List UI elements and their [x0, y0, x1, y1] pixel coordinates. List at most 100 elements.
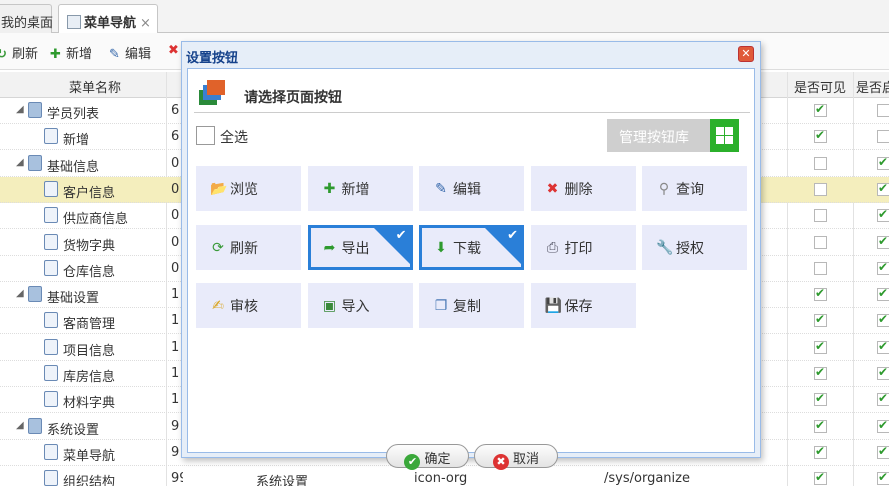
visible-checkbox[interactable]	[814, 128, 827, 144]
audit-icon: ✍	[212, 298, 224, 314]
select-all-label[interactable]: 全选	[220, 127, 248, 147]
button-option-tile[interactable]: ⚲ 查询	[642, 166, 747, 211]
enabled-checkbox[interactable]	[877, 312, 889, 328]
refresh-button[interactable]: ↻ 刷新	[0, 43, 38, 62]
tab-menu-nav[interactable]: 菜单导航 ×	[58, 4, 158, 34]
download-icon: ⬇	[435, 239, 447, 256]
button-option-tile[interactable]: 🔧 授权	[642, 224, 747, 270]
option-label: 编辑	[453, 182, 481, 198]
enabled-checkbox[interactable]	[877, 365, 889, 380]
visible-checkbox[interactable]	[814, 470, 827, 486]
tab-desktop[interactable]: 我的桌面	[0, 4, 54, 33]
cancel-button[interactable]: ✖ 取消	[474, 444, 558, 470]
tab-desktop-label: 我的桌面	[1, 16, 54, 31]
menu-name-cell: 组织结构	[63, 475, 116, 486]
add-button-label: 新增	[66, 47, 93, 62]
dialog-heading: 请选择页面按钮	[244, 90, 342, 106]
button-option-tile[interactable]: 💾 保存	[530, 283, 636, 328]
button-option-tile[interactable]: ❐ 复制	[419, 283, 524, 328]
table-row[interactable]: 组织结构 9903 系统设置 icon-org/sys/organize	[0, 466, 889, 486]
select-all-checkbox[interactable]	[196, 126, 215, 145]
visible-checkbox[interactable]	[814, 261, 827, 275]
expand-toggle-icon[interactable]: ◢	[16, 157, 24, 168]
node-icon	[28, 286, 42, 303]
button-option-tile[interactable]: ⎙ 打印	[530, 224, 636, 270]
expand-toggle-icon[interactable]: ◢	[16, 104, 24, 115]
plus-icon: ✚	[323, 181, 336, 197]
col-visible[interactable]: 是否可见	[790, 77, 850, 96]
enabled-checkbox[interactable]	[877, 260, 889, 275]
visible-checkbox[interactable]	[814, 312, 827, 328]
enabled-checkbox[interactable]	[877, 181, 889, 196]
grid-icon[interactable]	[710, 119, 739, 152]
menu-name-cell: 系统设置	[47, 422, 100, 438]
parent-cell: 系统设置	[256, 475, 309, 486]
enabled-checkbox[interactable]	[877, 391, 889, 407]
button-option-tile[interactable]: ✖ 删除	[530, 166, 636, 211]
visible-checkbox[interactable]	[814, 286, 827, 302]
enabled-checkbox[interactable]	[877, 444, 889, 459]
refresh-icon: ⟳	[212, 239, 224, 256]
url-cell: /sys/organize	[604, 471, 690, 486]
expand-toggle-icon[interactable]: ◢	[16, 288, 24, 299]
button-option-tile[interactable]: ➦ 导出 ✔	[307, 224, 413, 270]
enabled-checkbox[interactable]	[877, 418, 889, 433]
option-label: 授权	[676, 240, 704, 257]
menu-name-cell: 供应商信息	[63, 212, 129, 228]
enabled-checkbox[interactable]	[877, 207, 889, 223]
add-button[interactable]: ✚ 新增	[48, 43, 92, 62]
col-menu-name[interactable]: 菜单名称	[20, 77, 170, 96]
visible-checkbox[interactable]	[814, 365, 827, 380]
enabled-checkbox[interactable]	[877, 130, 889, 144]
refresh-icon: ↻	[0, 47, 7, 62]
edit-button-label: 编辑	[125, 47, 152, 62]
expand-toggle-icon[interactable]: ◢	[16, 420, 24, 431]
enabled-checkbox[interactable]	[877, 155, 889, 170]
button-option-tile[interactable]: ✍ 审核	[196, 283, 301, 328]
refresh-button-label: 刷新	[12, 47, 39, 62]
enabled-checkbox[interactable]	[877, 470, 889, 486]
edit-button[interactable]: ✎ 编辑	[107, 43, 151, 62]
option-label: 导出	[341, 240, 370, 257]
node-icon	[44, 470, 58, 486]
visible-checkbox[interactable]	[814, 182, 827, 196]
button-option-tile[interactable]: ✎ 编辑	[419, 166, 524, 211]
visible-checkbox[interactable]	[814, 418, 827, 433]
button-option-tile[interactable]: ⟳ 刷新	[196, 224, 301, 270]
tab-close-icon[interactable]: ×	[140, 16, 151, 31]
enabled-checkbox[interactable]	[877, 339, 889, 354]
menu-name-cell: 客商管理	[63, 317, 116, 333]
dialog-close-icon[interactable]: ✕	[738, 46, 754, 62]
button-option-tile[interactable]: 📂 浏览	[196, 166, 301, 211]
option-label: 下载	[453, 240, 481, 257]
col-enabled[interactable]: 是否启	[856, 77, 889, 96]
check-icon: ✔	[395, 227, 407, 243]
enabled-checkbox[interactable]	[877, 234, 889, 249]
cancel-button-label: 取消	[512, 452, 539, 467]
icon-cell: icon-org	[414, 471, 468, 486]
visible-checkbox[interactable]	[814, 156, 827, 170]
tab-bar: 我的桌面 菜单导航 ×	[0, 0, 889, 34]
visible-checkbox[interactable]	[814, 102, 827, 117]
button-option-tile[interactable]: ▣ 导入	[307, 283, 413, 328]
node-icon	[28, 154, 42, 171]
button-option-tile[interactable]: ⬇ 下载 ✔	[419, 224, 524, 270]
button-option-tile[interactable]: ✚ 新增	[307, 166, 413, 211]
node-icon	[44, 128, 58, 145]
option-label: 查询	[676, 182, 704, 198]
visible-checkbox[interactable]	[814, 235, 827, 249]
enabled-checkbox[interactable]	[877, 286, 889, 302]
visible-checkbox[interactable]	[814, 209, 827, 223]
heading-divider	[194, 112, 750, 113]
printer-icon: ⎙	[546, 239, 559, 256]
option-label: 刷新	[230, 240, 258, 257]
visible-checkbox[interactable]	[814, 444, 827, 459]
menu-name-cell: 客户信息	[63, 185, 116, 201]
menu-name-cell: 库房信息	[63, 370, 116, 385]
visible-checkbox[interactable]	[814, 391, 827, 407]
node-icon	[44, 207, 58, 224]
visible-checkbox[interactable]	[814, 339, 827, 354]
manage-button-library[interactable]: 管理按钮库	[607, 119, 711, 152]
enabled-checkbox[interactable]	[877, 104, 889, 117]
confirm-button[interactable]: ✔ 确定	[386, 444, 469, 470]
